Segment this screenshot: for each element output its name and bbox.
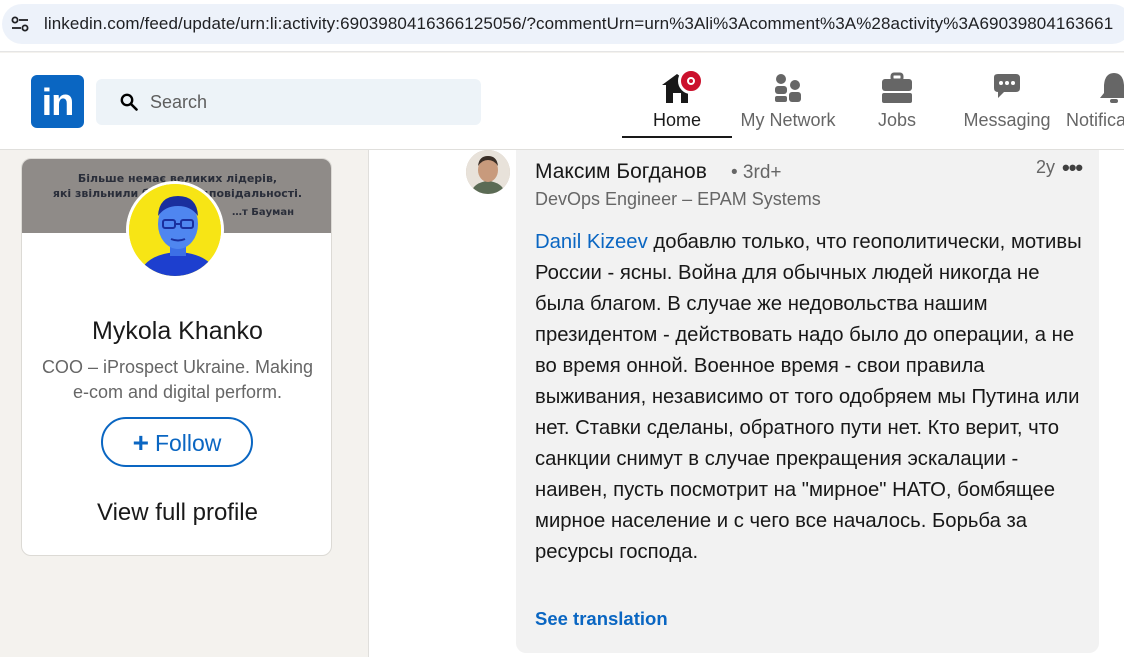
nav-label-messaging: Messaging xyxy=(963,110,1051,130)
comment-timestamp: 2y xyxy=(1036,157,1056,177)
profile-avatar[interactable] xyxy=(126,181,224,279)
profile-card: Більше немає великих лідерів, які звільн… xyxy=(21,158,332,556)
nav-label-my-network: My Network xyxy=(740,110,836,130)
search-box[interactable] xyxy=(96,79,481,125)
search-icon xyxy=(120,93,138,111)
plus-icon: + xyxy=(132,427,149,458)
url-text[interactable]: linkedin.com/feed/update/urn:li:activity… xyxy=(44,14,1113,34)
commenter-avatar[interactable] xyxy=(466,150,510,194)
follow-label: Follow xyxy=(154,430,222,456)
notification-badge xyxy=(678,68,704,94)
message-icon xyxy=(994,74,1020,98)
commenter-name[interactable]: Максим Богданов xyxy=(535,160,707,184)
comment-body: добавлю только, что геополитически, моти… xyxy=(535,231,1082,563)
network-icon xyxy=(775,74,801,102)
active-indicator xyxy=(622,136,732,138)
more-options-icon[interactable]: ••• xyxy=(1062,155,1083,181)
nav-label-home: Home xyxy=(652,110,701,130)
banner-author: …т Бауман xyxy=(232,207,294,218)
follow-button[interactable]: + Follow xyxy=(101,417,253,467)
bell-icon xyxy=(1100,73,1124,103)
comment-text: Danil Kizeev добавлю только, что геополи… xyxy=(535,227,1083,568)
nav-item-notifications[interactable]: Notifica xyxy=(1062,67,1124,137)
nav-item-messaging[interactable]: Messaging xyxy=(958,67,1056,137)
connection-degree: • 3rd+ xyxy=(731,162,782,183)
mention-link[interactable]: Danil Kizeev xyxy=(535,231,648,253)
see-translation-link[interactable]: See translation xyxy=(535,608,668,630)
browser-address-bar: linkedin.com/feed/update/urn:li:activity… xyxy=(0,0,1124,52)
commenter-title: DevOps Engineer – EPAM Systems xyxy=(535,189,821,209)
profile-name[interactable]: Mykola Khanko xyxy=(22,317,331,346)
nav-label-notifications: Notifica xyxy=(1066,110,1124,130)
linkedin-logo[interactable]: in xyxy=(31,75,84,128)
nav-item-my-network[interactable]: My Network xyxy=(732,67,844,137)
global-nav: in Home My Network Jobs xyxy=(0,53,1124,150)
briefcase-icon xyxy=(882,72,912,103)
search-input[interactable] xyxy=(150,79,470,125)
view-full-profile-link[interactable]: View full profile xyxy=(22,499,331,527)
profile-headline: COO – iProspect Ukraine. Making e-com an… xyxy=(41,357,314,402)
site-settings-icon[interactable] xyxy=(10,14,30,34)
avatar-illustration xyxy=(129,184,221,276)
nav-item-jobs[interactable]: Jobs xyxy=(850,67,944,137)
commenter-photo xyxy=(466,150,510,194)
nav-item-home[interactable]: Home xyxy=(622,67,732,138)
nav-label-jobs: Jobs xyxy=(877,110,917,130)
